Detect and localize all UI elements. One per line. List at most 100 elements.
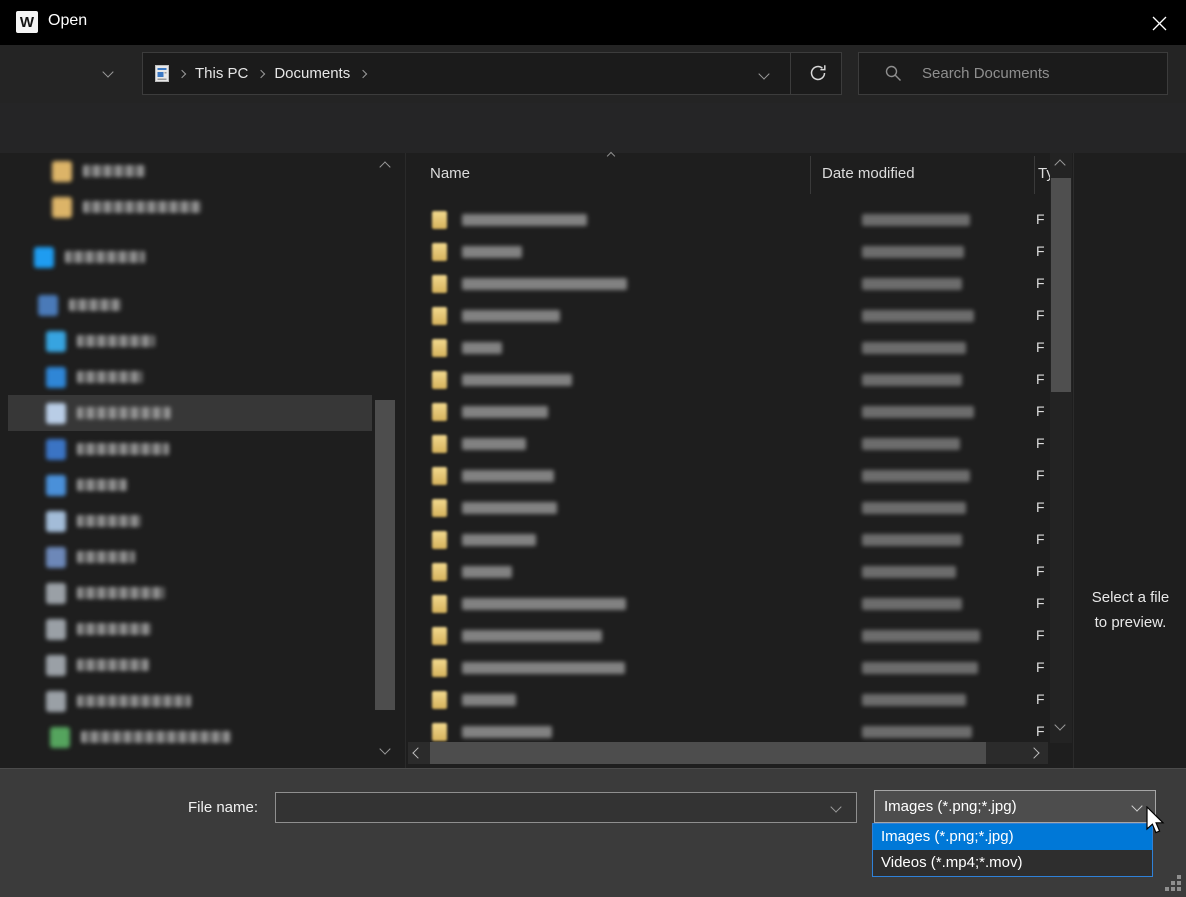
refresh-icon[interactable] [808, 63, 828, 83]
file-name-redacted [462, 310, 560, 322]
sidebar-item[interactable] [8, 395, 372, 431]
file-name-redacted [462, 406, 548, 418]
music-icon [46, 475, 66, 496]
recent-locations-chevron-icon[interactable] [102, 66, 113, 77]
sidebar-item[interactable] [0, 539, 372, 575]
column-header-date-modified[interactable]: Date modified [822, 165, 915, 182]
file-row[interactable]: F [408, 460, 1048, 492]
file-row[interactable]: F [408, 620, 1048, 652]
sidebar-item-label-redacted [69, 299, 121, 311]
file-type-cell: F [1036, 339, 1045, 355]
sidebar-item[interactable] [0, 575, 372, 611]
file-date-redacted [862, 246, 964, 258]
file-name-redacted [462, 534, 536, 546]
search-box[interactable] [858, 52, 1168, 95]
file-row[interactable]: F [408, 716, 1048, 742]
file-row[interactable]: F [408, 492, 1048, 524]
file-type-dropdown-chevron-icon [1131, 800, 1142, 811]
file-type-cell: F [1036, 467, 1045, 483]
file-date-redacted [862, 374, 962, 386]
file-row[interactable]: F [408, 396, 1048, 428]
sidebar-scroll-down-icon[interactable] [379, 743, 390, 754]
sidebar-scroll-up-icon[interactable] [379, 161, 390, 172]
folder-icon [432, 531, 447, 549]
sidebar-item[interactable] [0, 683, 372, 719]
folder-icon [432, 307, 447, 325]
file-date-redacted [862, 502, 966, 514]
column-divider[interactable] [1034, 156, 1035, 194]
file-type-option[interactable]: Images (*.png;*.jpg) [873, 824, 1152, 850]
file-date-redacted [862, 278, 962, 290]
file-row[interactable]: F [408, 236, 1048, 268]
file-name-input[interactable] [280, 795, 824, 821]
sidebar-item[interactable] [0, 467, 372, 503]
document-icon [155, 65, 169, 82]
list-hscrollbar-thumb[interactable] [430, 742, 986, 764]
folder-icon [432, 659, 447, 677]
sidebar-item[interactable] [0, 189, 372, 225]
file-row[interactable]: F [408, 652, 1048, 684]
close-button[interactable] [1144, 8, 1174, 38]
column-header-name[interactable]: Name [430, 165, 470, 182]
window-title: Open [48, 12, 87, 30]
sidebar-item[interactable] [0, 503, 372, 539]
breadcrumb-this-pc[interactable]: This PC [195, 65, 248, 82]
file-type-cell: F [1036, 627, 1045, 643]
breadcrumb-chevron-icon [178, 69, 186, 77]
file-row[interactable]: F [408, 300, 1048, 332]
sidebar-item[interactable] [0, 323, 372, 359]
sidebar-scrollbar-thumb[interactable] [375, 400, 395, 710]
file-row[interactable]: F [408, 428, 1048, 460]
file-row[interactable]: F [408, 556, 1048, 588]
file-type-cell: F [1036, 275, 1045, 291]
file-row[interactable]: F [408, 332, 1048, 364]
file-name-redacted [462, 438, 526, 450]
file-name-combobox[interactable] [275, 792, 857, 823]
file-name-redacted [462, 214, 587, 226]
title-bar: W Open [0, 0, 1186, 45]
file-date-redacted [862, 662, 978, 674]
file-type-selected-value: Images (*.png;*.jpg) [884, 798, 1017, 815]
file-row[interactable]: F [408, 684, 1048, 716]
sidebar-item[interactable] [0, 153, 372, 189]
sidebar-item[interactable] [0, 647, 372, 683]
file-name-dropdown-chevron-icon[interactable] [830, 801, 841, 812]
file-type-cell: F [1036, 211, 1045, 227]
sidebar-item[interactable] [0, 359, 372, 395]
file-type-option[interactable]: Videos (*.mp4;*.mov) [873, 850, 1152, 876]
drive-icon [46, 655, 66, 676]
sidebar-item[interactable] [0, 431, 372, 467]
file-name-redacted [462, 502, 557, 514]
sidebar-item-label-redacted [81, 731, 231, 743]
folder-icon [432, 691, 447, 709]
file-row[interactable]: F [408, 524, 1048, 556]
sidebar-item[interactable] [0, 239, 372, 275]
usb-drive-icon [50, 727, 70, 748]
column-divider[interactable] [810, 156, 811, 194]
3d-objects-icon [46, 331, 66, 352]
file-type-combobox[interactable]: Images (*.png;*.jpg) [874, 790, 1156, 823]
file-row[interactable]: F [408, 364, 1048, 396]
breadcrumb-documents[interactable]: Documents [274, 65, 350, 82]
file-row[interactable]: F [408, 588, 1048, 620]
file-row[interactable]: F [408, 268, 1048, 300]
folder-icon [432, 339, 447, 357]
address-bar-divider [790, 52, 791, 95]
folder-icon [432, 403, 447, 421]
address-bar[interactable]: This PC Documents [142, 52, 842, 95]
resize-grip-icon[interactable] [1165, 875, 1182, 892]
list-scrollbar-thumb[interactable] [1051, 178, 1071, 392]
search-input[interactable] [920, 64, 1144, 83]
file-type-cell: F [1036, 659, 1045, 675]
sidebar-item[interactable] [0, 287, 372, 323]
file-type-cell: F [1036, 691, 1045, 707]
documents-icon [46, 403, 66, 424]
mouse-cursor [1146, 806, 1168, 836]
file-rows: FFFFFFFFFFFFFFFFF [408, 204, 1048, 742]
file-date-redacted [862, 438, 960, 450]
file-row[interactable]: F [408, 204, 1048, 236]
sidebar-item-label-redacted [77, 407, 171, 419]
folder-icon [432, 371, 447, 389]
sidebar-item[interactable] [0, 719, 372, 755]
sidebar-item[interactable] [0, 611, 372, 647]
